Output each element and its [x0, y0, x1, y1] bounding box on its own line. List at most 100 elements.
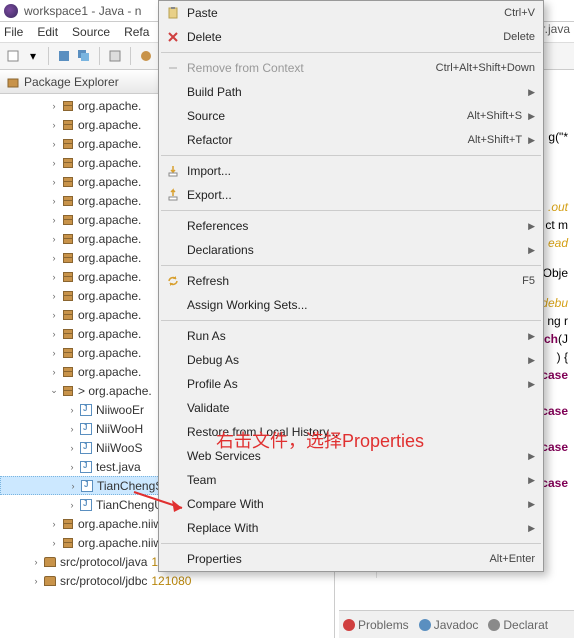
menu-replace-with[interactable]: Replace With ▶: [159, 516, 543, 540]
chevron-right-icon[interactable]: ›: [48, 196, 60, 206]
chevron-right-icon[interactable]: ›: [66, 500, 78, 510]
problems-icon: [343, 619, 355, 631]
chevron-right-icon[interactable]: ›: [48, 538, 60, 548]
menu-item-label: Replace With: [187, 521, 522, 535]
chevron-right-icon[interactable]: ›: [48, 253, 60, 263]
submenu-arrow-icon: ▶: [528, 221, 535, 232]
menu-paste[interactable]: PasteCtrl+V: [159, 1, 543, 25]
chevron-right-icon[interactable]: ›: [48, 101, 60, 111]
problems-view: Problems Javadoc Declarat: [339, 610, 574, 638]
menu-item-label: Team: [187, 473, 522, 487]
chevron-right-icon[interactable]: ›: [66, 462, 78, 472]
pkg-icon: [60, 346, 76, 360]
submenu-arrow-icon: ▶: [528, 523, 535, 534]
chevron-right-icon[interactable]: ›: [48, 139, 60, 149]
chevron-right-icon[interactable]: ›: [66, 443, 78, 453]
save-icon[interactable]: [55, 47, 73, 65]
menu-declarations[interactable]: Declarations▶: [159, 238, 543, 262]
delete-icon: [165, 29, 181, 45]
chevron-right-icon[interactable]: ›: [48, 329, 60, 339]
menu-item-label: Delete: [187, 30, 503, 44]
tab-problems[interactable]: Problems: [343, 618, 409, 632]
menu-item-label: Remove from Context: [187, 61, 436, 75]
pkg-icon: [60, 156, 76, 170]
chevron-right-icon[interactable]: ›: [48, 120, 60, 130]
tree-item-label: > org.apache.: [78, 384, 152, 398]
chevron-right-icon[interactable]: ›: [48, 367, 60, 377]
menu-refactor[interactable]: Refa: [124, 25, 149, 39]
toggle-icon[interactable]: [106, 47, 124, 65]
tree-item-label: src/protocol/jdbc: [60, 574, 147, 588]
dropdown-icon[interactable]: ▾: [24, 47, 42, 65]
save-all-icon[interactable]: [75, 47, 93, 65]
menu-file[interactable]: File: [4, 25, 23, 39]
chevron-right-icon[interactable]: ›: [66, 405, 78, 415]
pkg-icon: [60, 289, 76, 303]
new-icon[interactable]: [4, 47, 22, 65]
menu-export[interactable]: Export...: [159, 183, 543, 207]
menu-item-label: Build Path: [187, 85, 522, 99]
chevron-right-icon[interactable]: ›: [67, 481, 79, 491]
menu-run-as[interactable]: Run As▶: [159, 324, 543, 348]
chevron-right-icon[interactable]: ›: [48, 215, 60, 225]
jfile-icon: [78, 498, 94, 512]
menu-references[interactable]: References▶: [159, 214, 543, 238]
menu-shortcut: Ctrl+V: [504, 7, 535, 19]
menu-item-label: Source: [187, 109, 467, 123]
menu-item-label: Compare With: [187, 497, 522, 511]
build-icon[interactable]: [137, 47, 155, 65]
chevron-right-icon[interactable]: ›: [48, 272, 60, 282]
jfile-icon: [78, 441, 94, 455]
code-fragment: .out: [548, 200, 568, 214]
tab-javadoc[interactable]: Javadoc: [419, 618, 479, 632]
declaration-icon: [488, 619, 500, 631]
tree-item-label: org.apache.: [78, 251, 141, 265]
menu-edit[interactable]: Edit: [37, 25, 58, 39]
menu-source[interactable]: SourceAlt+Shift+S▶: [159, 104, 543, 128]
menu-team[interactable]: Team▶: [159, 468, 543, 492]
menu-item-label: Properties: [187, 552, 489, 566]
chevron-right-icon[interactable]: ›: [48, 348, 60, 358]
pkg-err-icon: [60, 384, 76, 398]
chevron-right-icon[interactable]: ›: [48, 291, 60, 301]
tree-item-label: org.apache.: [78, 327, 141, 341]
menu-refresh[interactable]: RefreshF5: [159, 269, 543, 293]
menu-item-label: Restore from Local History...: [187, 425, 535, 439]
menu-web-services[interactable]: Web Services▶: [159, 444, 543, 468]
menu-assign-working-sets[interactable]: Assign Working Sets...: [159, 293, 543, 317]
chevron-right-icon[interactable]: ›: [48, 158, 60, 168]
menu-properties[interactable]: PropertiesAlt+Enter: [159, 547, 543, 571]
menu-validate[interactable]: Validate: [159, 396, 543, 420]
tree-item-label: org.apache.: [78, 213, 141, 227]
pkg-icon: [60, 232, 76, 246]
menu-profile-as[interactable]: Profile As▶: [159, 372, 543, 396]
tree-item-label: NiiWooH: [96, 422, 143, 436]
menu-restore-from-local-history[interactable]: Restore from Local History...: [159, 420, 543, 444]
chevron-right-icon[interactable]: ›: [48, 234, 60, 244]
menu-build-path[interactable]: Build Path▶: [159, 80, 543, 104]
menu-import[interactable]: Import...: [159, 159, 543, 183]
code-fragment: g("*: [548, 130, 568, 144]
tab-declaration[interactable]: Declarat: [488, 618, 548, 632]
chevron-right-icon[interactable]: ›: [48, 310, 60, 320]
chevron-right-icon[interactable]: ›: [48, 519, 60, 529]
pkg-icon: [60, 118, 76, 132]
menu-delete[interactable]: DeleteDelete: [159, 25, 543, 49]
tree-item-label: org.apache.: [78, 156, 141, 170]
chevron-down-icon[interactable]: ⌄: [48, 385, 60, 396]
menu-source[interactable]: Source: [72, 25, 110, 39]
menu-item-label: Declarations: [187, 243, 522, 257]
src-icon: [42, 555, 58, 569]
tree-item[interactable]: › src/protocol/jdbc 121080: [0, 571, 334, 590]
tree-item-label: org.apache.: [78, 232, 141, 246]
menu-item-label: Run As: [187, 329, 522, 343]
export-icon: [165, 187, 181, 203]
tree-item-decoration: 121080: [151, 574, 191, 588]
chevron-right-icon[interactable]: ›: [66, 424, 78, 434]
menu-refactor[interactable]: RefactorAlt+Shift+T▶: [159, 128, 543, 152]
menu-debug-as[interactable]: Debug As▶: [159, 348, 543, 372]
chevron-right-icon[interactable]: ›: [30, 557, 42, 567]
chevron-right-icon[interactable]: ›: [48, 177, 60, 187]
menu-compare-with[interactable]: Compare With▶: [159, 492, 543, 516]
chevron-right-icon[interactable]: ›: [30, 576, 42, 586]
